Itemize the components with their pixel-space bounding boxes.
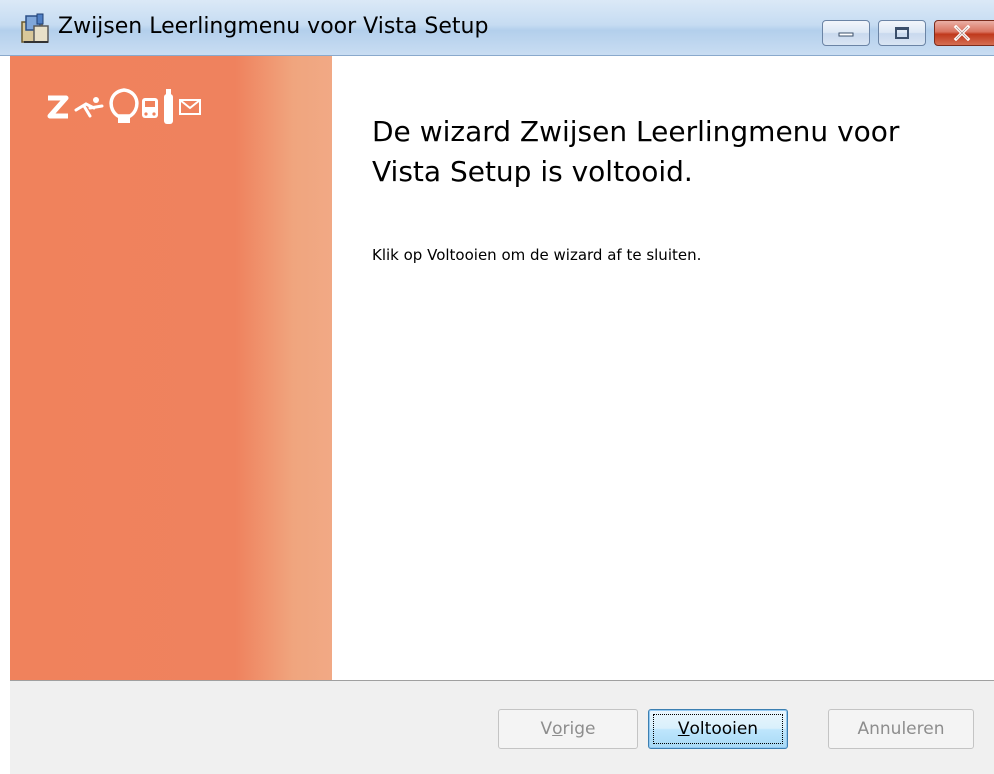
zwijsen-logo-icon xyxy=(47,88,201,124)
side-banner xyxy=(10,56,332,680)
completion-heading: De wizard Zwijsen Leerlingmenu voor Vist… xyxy=(372,115,900,188)
cancel-button-label: Annuleren xyxy=(857,719,945,739)
setup-window: Zwijsen Leerlingmenu voor Vista Setup De… xyxy=(0,0,994,774)
title-bar[interactable]: Zwijsen Leerlingmenu voor Vista Setup xyxy=(0,0,994,56)
completion-message: Klik op Voltooien om de wizard af te slu… xyxy=(372,246,702,264)
cancel-button[interactable]: Annuleren xyxy=(828,709,974,749)
content-area: De wizard Zwijsen Leerlingmenu voor Vist… xyxy=(332,56,994,680)
focus-ring xyxy=(653,714,783,744)
maximize-icon xyxy=(895,27,909,39)
minimize-icon xyxy=(838,32,854,37)
previous-button-label-pre: V xyxy=(540,719,553,739)
previous-button-label-post: rige xyxy=(562,719,596,739)
close-icon xyxy=(953,25,971,41)
previous-button[interactable]: Vo rige xyxy=(498,709,638,749)
close-button[interactable] xyxy=(934,20,994,46)
previous-button-accel: o xyxy=(552,719,563,739)
installer-app-icon xyxy=(20,12,52,46)
button-bar: Vo rige Voltooien Annuleren xyxy=(10,680,994,774)
minimize-button[interactable] xyxy=(822,20,870,46)
finish-button[interactable]: Voltooien xyxy=(648,709,788,749)
window-title: Zwijsen Leerlingmenu voor Vista Setup xyxy=(58,14,489,39)
maximize-button[interactable] xyxy=(878,20,926,46)
